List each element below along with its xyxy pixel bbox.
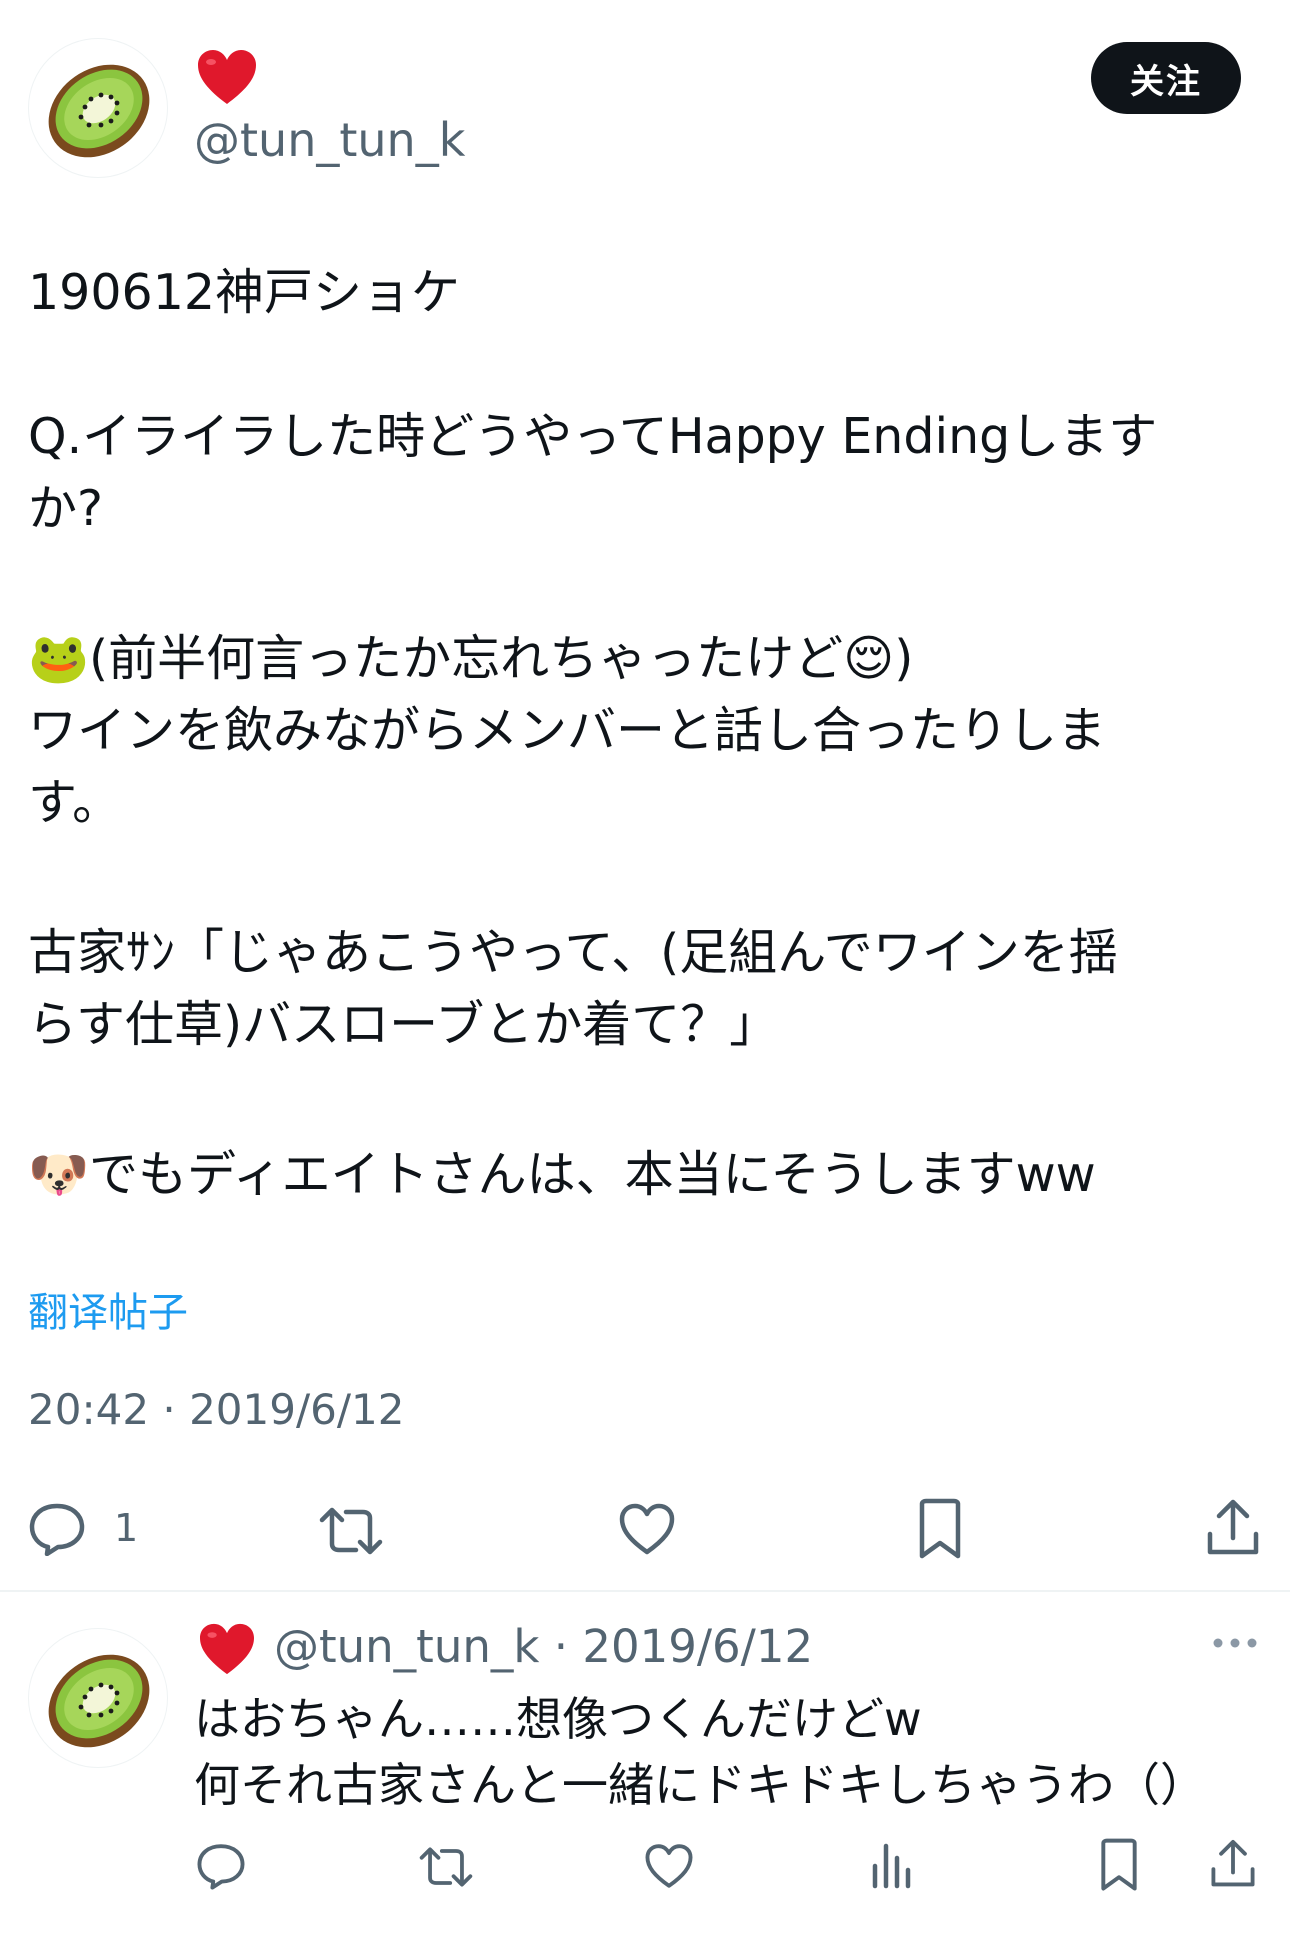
share-icon[interactable] <box>1206 1498 1260 1558</box>
follow-button[interactable]: 关注 <box>1091 42 1241 114</box>
tweet-text-line: か? <box>28 480 104 537</box>
reply-text-line: はおちゃん……想像つくんだけどw <box>194 1692 922 1746</box>
share-icon[interactable] <box>1210 1838 1256 1890</box>
more-icon[interactable] <box>1212 1636 1258 1650</box>
tweet-text-line: 🐸(前半何言ったか忘れちゃったけど😌) <box>28 630 914 687</box>
tweet-text-line: ワインを飲みながらメンバーと話し合ったりしま <box>28 702 1107 759</box>
reply-header[interactable]: @tun_tun_k · 2019/6/12 <box>274 1618 813 1676</box>
tweet-text-line: Q.イライラした時どうやってHappy Endingします <box>28 408 1158 465</box>
bookmark-icon[interactable] <box>916 1498 964 1560</box>
tweet-text-line: 古家ｻﾝ「じゃあこうやって、(足組んでワインを揺 <box>28 924 1118 981</box>
tweet-text-line: す。 <box>28 774 122 831</box>
divider <box>0 1590 1290 1592</box>
tweet-text-line: らす仕草)バスローブとか着て？」 <box>28 996 779 1053</box>
like-icon[interactable] <box>644 1842 694 1890</box>
tweet-text-line: 🐶でもディエイトさんは、本当にそうしますww <box>28 1146 1096 1203</box>
like-icon[interactable] <box>618 1502 676 1556</box>
kiwi-icon <box>48 64 150 158</box>
heart-icon <box>198 50 256 104</box>
tweet-timestamp[interactable]: 20:42 · 2019/6/12 <box>28 1380 404 1440</box>
translate-link[interactable]: 翻译帖子 <box>28 1286 188 1340</box>
heart-icon <box>200 1623 254 1675</box>
reply-icon[interactable] <box>196 1842 246 1890</box>
bookmark-icon[interactable] <box>1098 1838 1140 1892</box>
author-handle[interactable]: @tun_tun_k <box>194 112 465 168</box>
retweet-icon[interactable] <box>418 1846 474 1888</box>
reply-text-line: 何それ古家さんと一緒にドキドキしちゃうわ（） <box>194 1758 1206 1812</box>
tweet-text-line: 190612神戸ショケ <box>28 264 461 321</box>
kiwi-icon <box>48 1654 150 1748</box>
avatar[interactable] <box>28 38 168 178</box>
reply-count: 1 <box>114 1506 139 1550</box>
reply-icon[interactable] <box>28 1502 86 1556</box>
views-icon[interactable] <box>870 1840 914 1890</box>
reply-avatar[interactable] <box>28 1628 168 1768</box>
retweet-icon[interactable] <box>318 1506 384 1556</box>
